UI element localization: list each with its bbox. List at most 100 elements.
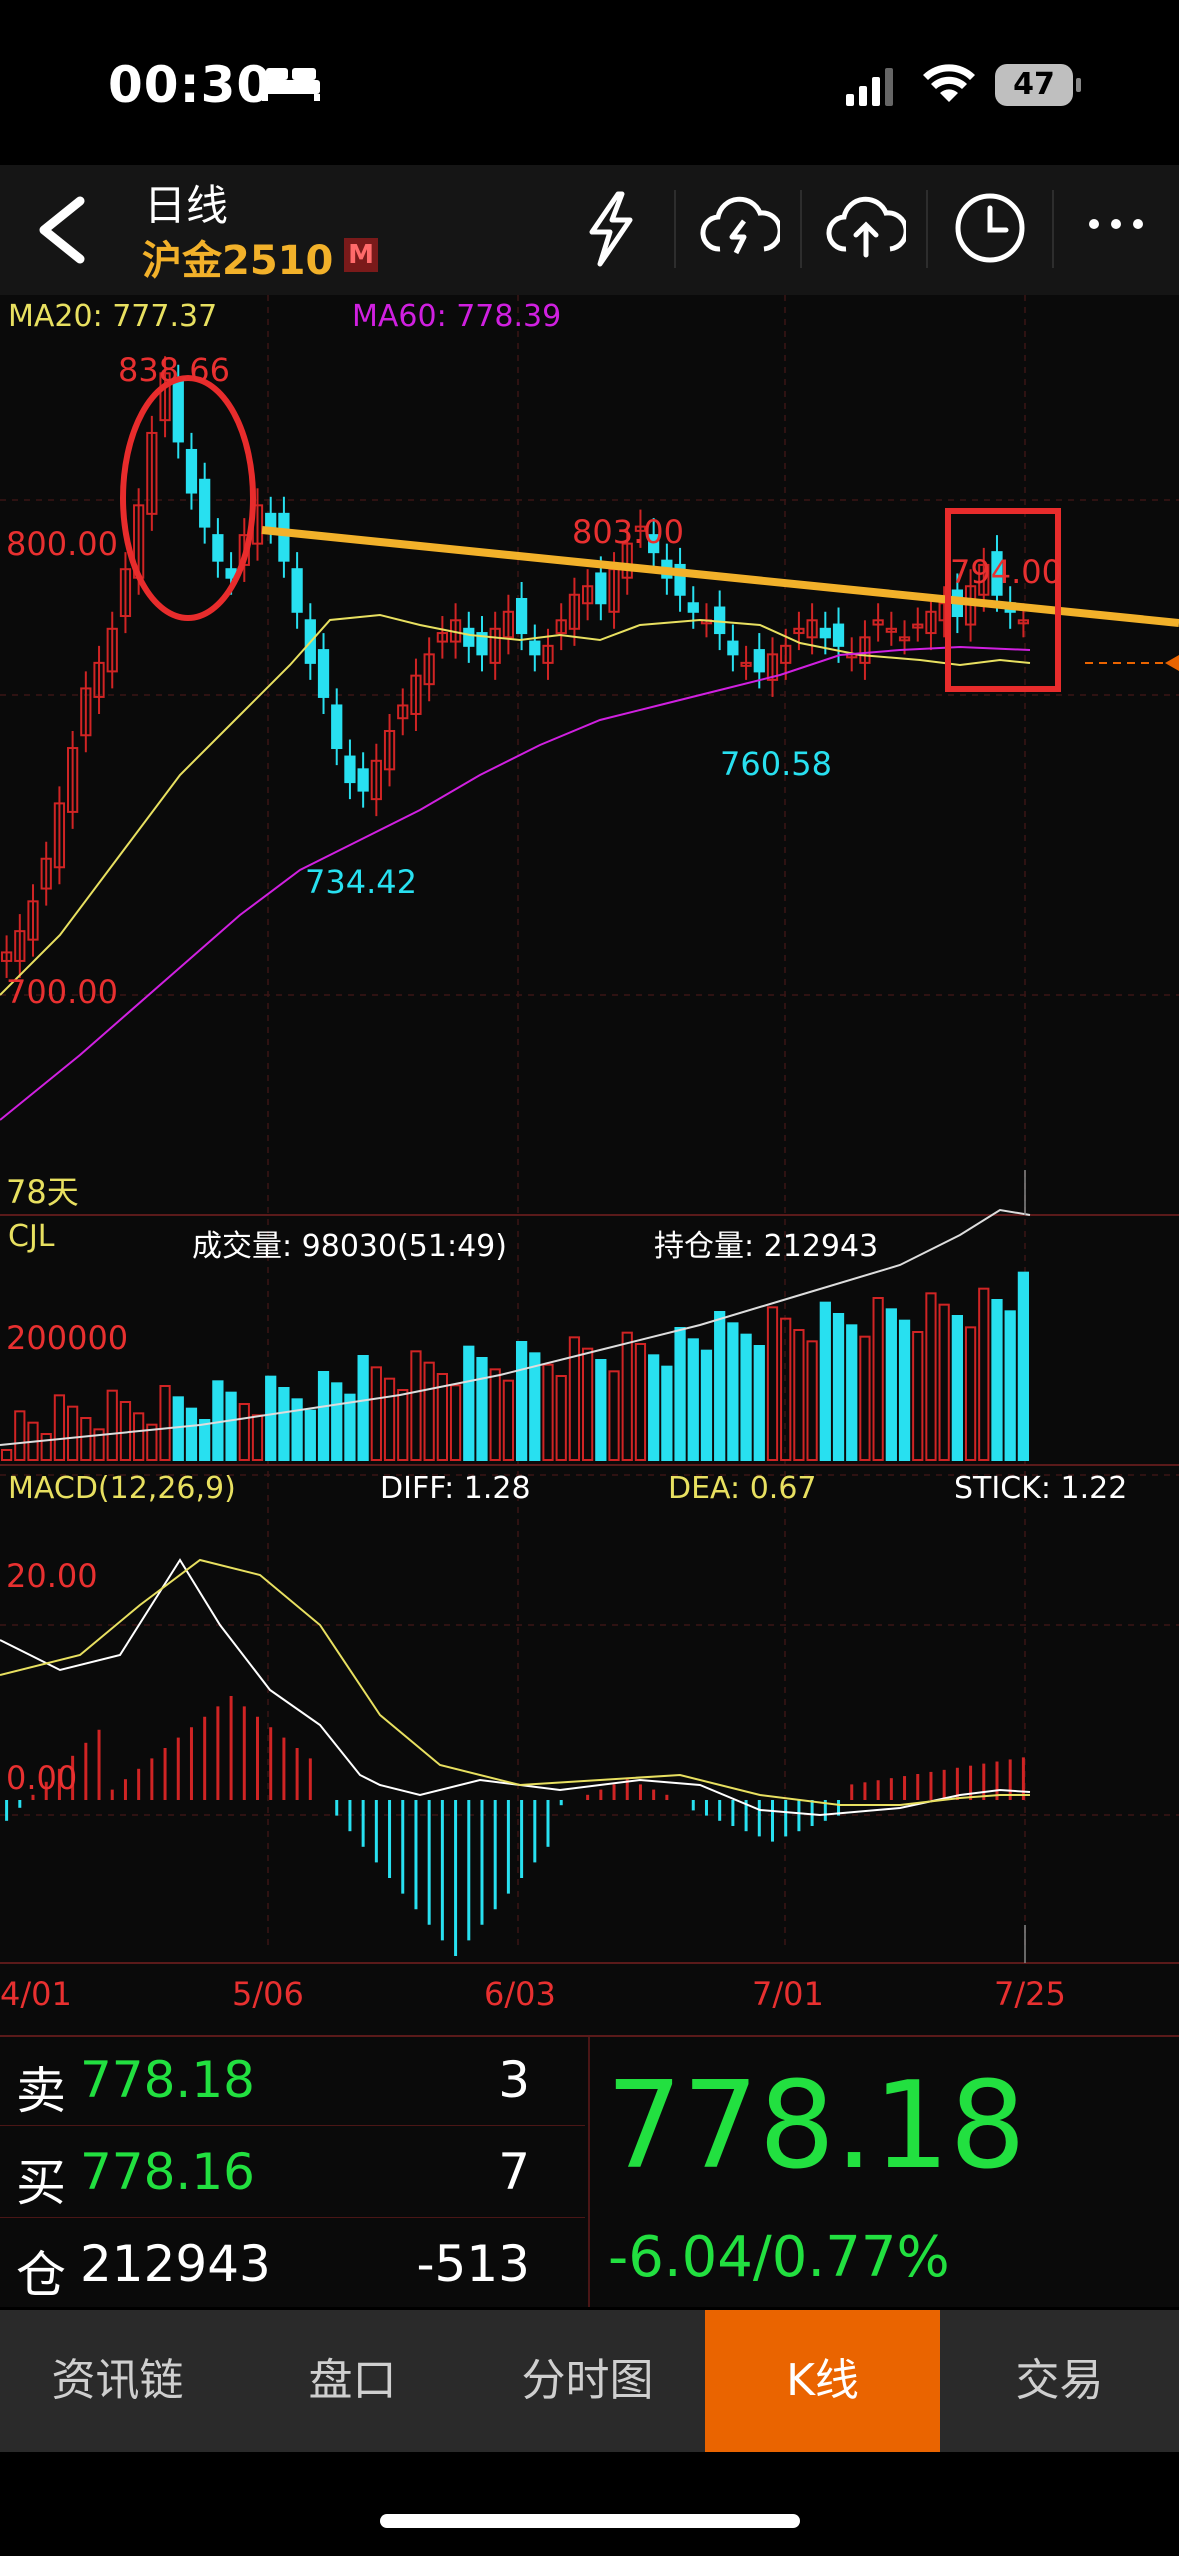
candle-body[interactable] xyxy=(687,602,699,613)
last-price: 778.18 xyxy=(606,2057,1026,2196)
volume-bar xyxy=(476,1357,488,1461)
volume-bar xyxy=(753,1345,765,1461)
peak-price-annotation: 803.00 xyxy=(572,513,684,551)
lightning-icon[interactable] xyxy=(580,190,640,268)
volume-label: 成交量: 98030(51:49) xyxy=(192,1229,507,1264)
market-badge: M xyxy=(344,238,378,272)
peak-highlight-circle xyxy=(120,375,256,621)
volume-bar xyxy=(265,1375,277,1461)
buy-row[interactable]: 买 778.16 7 xyxy=(0,2129,585,2218)
symbol-label[interactable]: 沪金2510 xyxy=(142,228,333,286)
candle-body[interactable] xyxy=(291,568,303,613)
candle-body[interactable] xyxy=(185,448,198,494)
volume-bar xyxy=(515,1341,528,1461)
volume-bar xyxy=(542,1363,554,1461)
candle-body[interactable] xyxy=(357,768,369,792)
volume-bar xyxy=(53,1394,66,1462)
buy-qty: 7 xyxy=(498,2143,530,2201)
volume-bar xyxy=(819,1301,831,1462)
header-divider xyxy=(926,190,928,268)
volume-bar xyxy=(846,1324,858,1462)
candle-body[interactable] xyxy=(463,627,475,647)
volume-bar xyxy=(106,1389,118,1461)
macd-axis-top: 20.00 xyxy=(6,1557,98,1595)
candles[interactable] xyxy=(0,356,1030,978)
macd-title: MACD(12,26,9) xyxy=(8,1471,236,1506)
volume-bar xyxy=(1017,1271,1030,1462)
volume-bar xyxy=(397,1389,409,1461)
bed-icon xyxy=(262,68,320,101)
days-label: 78天 xyxy=(6,1173,79,1211)
quote-panel: 卖 778.18 3 买 778.16 7 仓 212943 -513 778.… xyxy=(0,2035,1179,2307)
volume-bar xyxy=(832,1313,845,1461)
volume-bar xyxy=(119,1401,132,1461)
macd-dea-label: DEA: 0.67 xyxy=(668,1471,817,1506)
volume-bar xyxy=(648,1354,660,1462)
wifi-icon xyxy=(923,64,975,102)
candle-body[interactable] xyxy=(317,649,330,698)
sell-row[interactable]: 卖 778.18 3 xyxy=(0,2037,585,2126)
status-time: 00:30 xyxy=(108,56,273,114)
sell-label: 卖 xyxy=(16,2062,66,2120)
header-divider xyxy=(1052,190,1054,268)
date-label: 6/03 xyxy=(484,1975,556,2013)
macd-histogram xyxy=(5,1696,1025,1956)
more-icon[interactable] xyxy=(1086,214,1146,234)
candle-body[interactable] xyxy=(212,534,224,562)
volume-bar xyxy=(621,1331,633,1461)
open-interest-row[interactable]: 仓 212943 -513 xyxy=(0,2221,585,2305)
volume-bar xyxy=(555,1375,567,1461)
volume-bar xyxy=(40,1433,52,1461)
volume-bar xyxy=(793,1329,805,1461)
volume-bar xyxy=(727,1322,739,1462)
signal-icon xyxy=(846,68,893,106)
candle-body[interactable] xyxy=(265,512,277,528)
candle-body[interactable] xyxy=(331,704,343,750)
candle-body[interactable] xyxy=(727,640,739,656)
volume-axis-label: 200000 xyxy=(6,1319,129,1357)
tab-kline[interactable]: K线 xyxy=(705,2310,940,2452)
volume-bar xyxy=(912,1331,924,1461)
cloud-upload-icon[interactable] xyxy=(826,195,906,259)
tab-intraday[interactable]: 分时图 xyxy=(470,2310,705,2452)
kline-chart-area[interactable]: MA20: 777.37 MA60: 778.39 838.66 803.00 … xyxy=(0,295,1179,2035)
ma60-line xyxy=(0,645,1031,1121)
volume-bar xyxy=(449,1384,462,1462)
ma60-label: MA60: 778.39 xyxy=(352,299,562,334)
volume-bar xyxy=(714,1311,726,1461)
volume-bar xyxy=(199,1419,211,1461)
candle-body[interactable] xyxy=(832,623,845,647)
header-divider xyxy=(674,190,676,268)
candle-body[interactable] xyxy=(714,606,726,635)
low2-price-annotation: 760.58 xyxy=(720,745,832,783)
date-label: 5/06 xyxy=(232,1975,304,2013)
clock-icon[interactable] xyxy=(952,190,1028,266)
volume-bar xyxy=(67,1405,79,1461)
tab-news-chain[interactable]: 资讯链 xyxy=(0,2310,235,2452)
volume-bar xyxy=(225,1391,237,1461)
buy-price: 778.16 xyxy=(80,2143,255,2201)
candle-body[interactable] xyxy=(753,649,765,673)
tab-trade[interactable]: 交易 xyxy=(940,2310,1179,2452)
candle-body[interactable] xyxy=(819,627,831,639)
quote-divider xyxy=(588,2037,590,2307)
cloud-sync-icon[interactable] xyxy=(700,195,780,259)
candle-body[interactable] xyxy=(344,755,356,784)
candle-body[interactable] xyxy=(515,598,528,635)
volume-bar xyxy=(964,1326,977,1462)
volume-bar xyxy=(172,1396,184,1462)
period-label[interactable]: 日线 xyxy=(144,172,228,233)
candle-body[interactable] xyxy=(595,572,607,605)
candle-body[interactable] xyxy=(172,380,184,443)
last-price-marker xyxy=(1165,655,1179,671)
volume-bar xyxy=(251,1414,264,1462)
volume-bar xyxy=(383,1377,396,1461)
candle-body[interactable] xyxy=(199,478,211,528)
volume-bar xyxy=(661,1365,673,1461)
battery-cap xyxy=(1076,78,1081,92)
volume-bar xyxy=(80,1417,92,1461)
back-icon[interactable] xyxy=(30,195,90,265)
candle-body[interactable] xyxy=(529,640,541,656)
tab-order-book[interactable]: 盘口 xyxy=(235,2310,470,2452)
candle-body[interactable] xyxy=(278,512,290,562)
